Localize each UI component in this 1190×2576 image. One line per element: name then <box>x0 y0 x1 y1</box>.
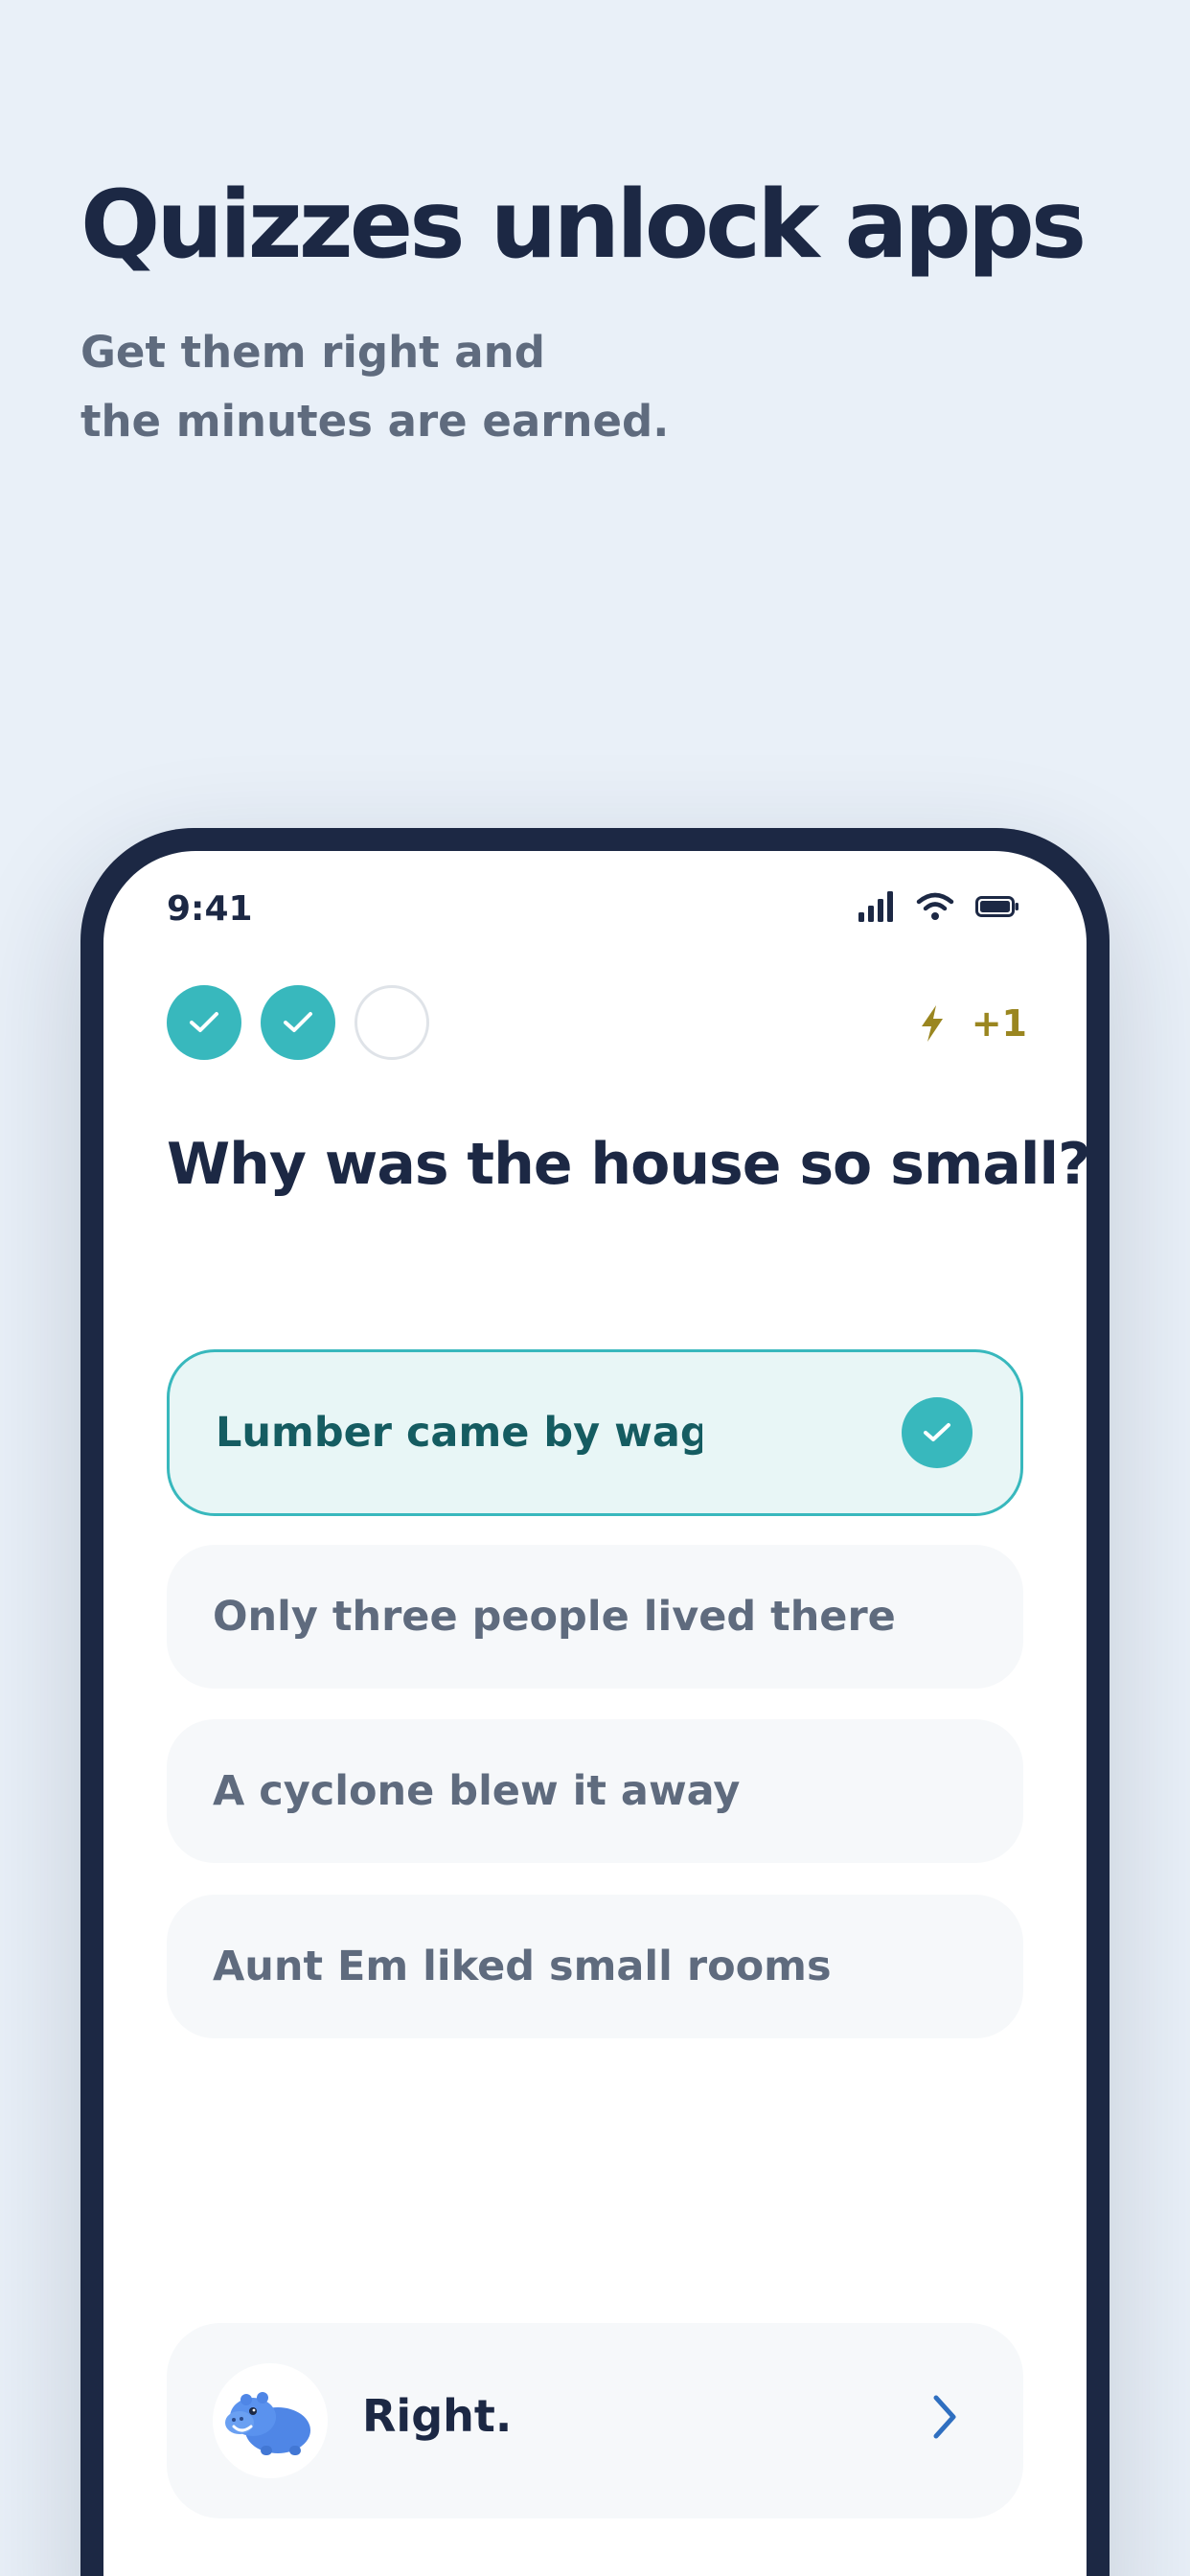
marketing-headline: Quizzes unlock apps <box>80 171 1087 280</box>
status-icons <box>858 891 1019 926</box>
status-time: 9:41 <box>167 889 253 929</box>
answer-label: Only three people lived there <box>213 1593 896 1641</box>
hippo-mascot-icon <box>213 2363 328 2478</box>
marketing-subline-line-1: Get them right and <box>80 327 545 378</box>
chevron-right-icon[interactable] <box>918 2390 972 2444</box>
answer-option[interactable]: A cyclone blew it away <box>167 1719 1023 1863</box>
answer-option[interactable]: Aunt Em liked small rooms <box>167 1895 1023 2038</box>
feedback-text: Right. <box>362 2390 513 2442</box>
answer-label: Lumber came by wagon <box>216 1409 702 1457</box>
progress-step-complete <box>261 985 335 1060</box>
wifi-icon <box>916 892 954 925</box>
answer-label: A cyclone blew it away <box>213 1767 741 1815</box>
check-icon <box>902 1397 973 1468</box>
answer-label: Aunt Em liked small rooms <box>213 1943 832 1990</box>
marketing-subline-line-2: the minutes are earned. <box>80 396 670 447</box>
marketing-subline: Get them right and the minutes are earne… <box>80 318 847 456</box>
answer-option-selected[interactable]: Lumber came by wagon <box>167 1349 1023 1516</box>
phone-frame: 9:41 +1 Why was the house so small? Lumb… <box>80 828 1110 2576</box>
feedback-card: Right. <box>167 2323 1023 2518</box>
battery-icon <box>975 896 1019 921</box>
progress-step-pending <box>355 985 429 1060</box>
quiz-progress <box>167 985 429 1060</box>
bonus-indicator: +1 <box>920 1002 1027 1045</box>
progress-step-complete <box>167 985 241 1060</box>
answer-option[interactable]: Only three people lived there <box>167 1545 1023 1689</box>
quiz-question: Why was the house so small? <box>167 1131 1087 1198</box>
check-icon <box>284 1012 312 1032</box>
lightning-bolt-icon <box>921 1005 943 1042</box>
check-icon <box>190 1012 218 1032</box>
bonus-text: +1 <box>971 1002 1027 1045</box>
cellular-signal-icon <box>858 891 895 926</box>
phone-screen: 9:41 +1 Why was the house so small? Lumb… <box>103 851 1087 2576</box>
